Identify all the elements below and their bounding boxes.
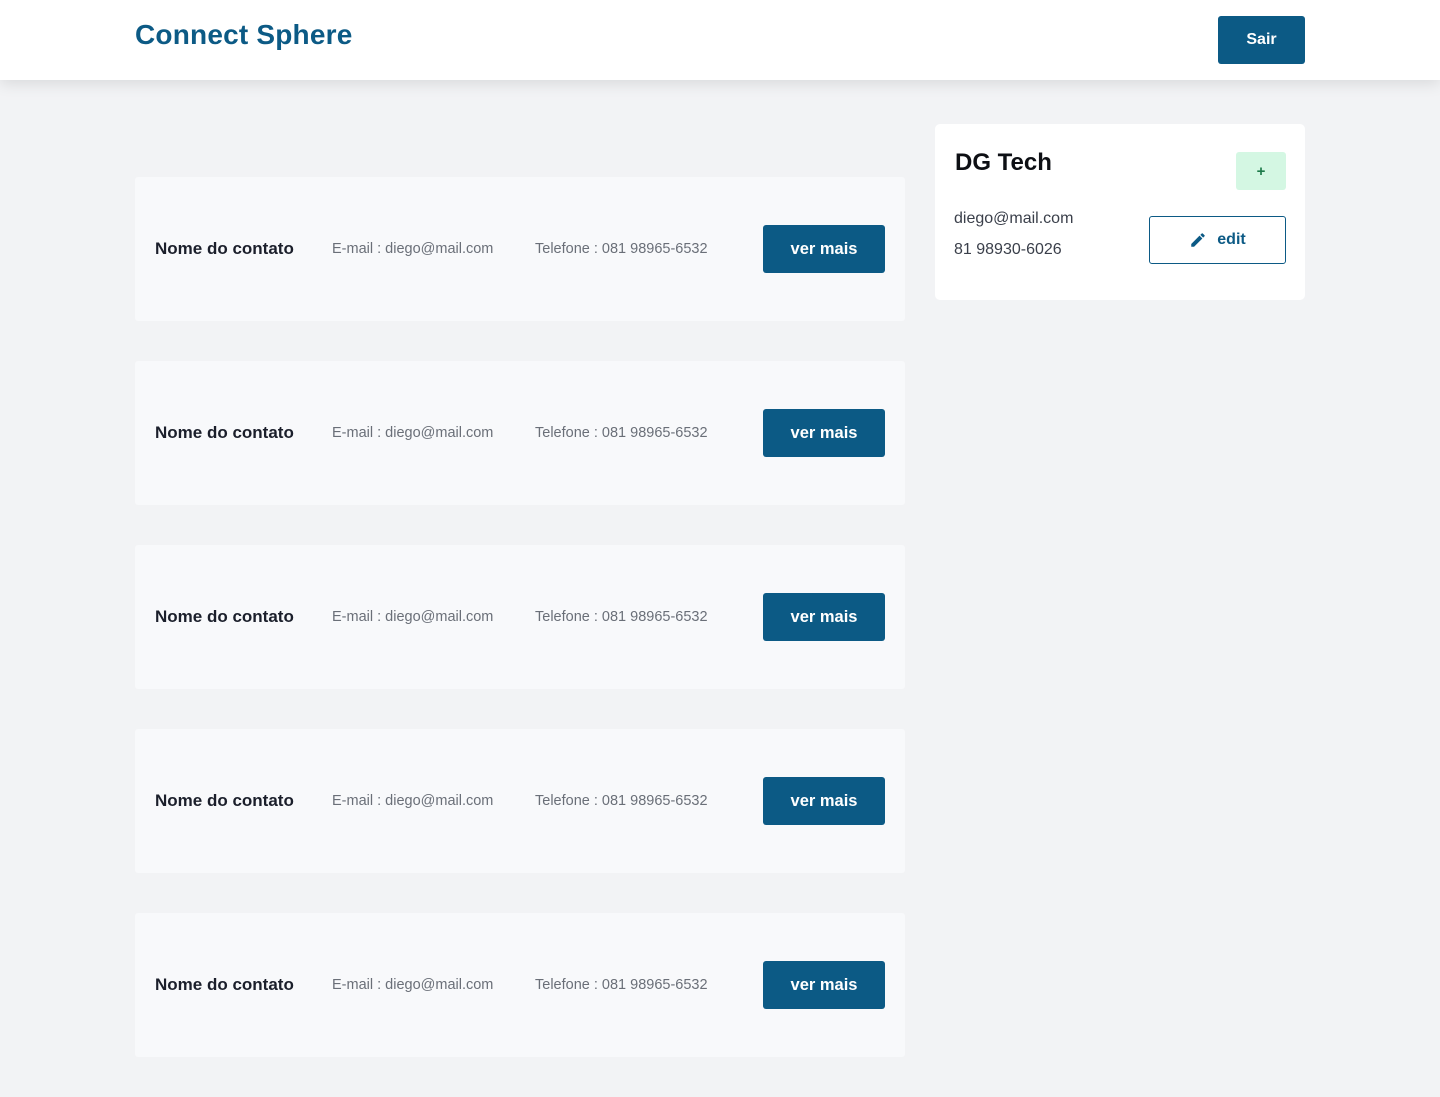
contact-card: Nome do contato E-mail : diego@mail.com … xyxy=(135,361,905,505)
contact-name: Nome do contato xyxy=(155,975,294,994)
view-more-button[interactable]: ver mais xyxy=(763,225,885,273)
company-phone: 81 98930-6026 xyxy=(954,241,1062,258)
contact-email: E-mail : diego@mail.com xyxy=(332,241,494,257)
contact-email: E-mail : diego@mail.com xyxy=(332,977,494,993)
view-more-button[interactable]: ver mais xyxy=(763,961,885,1009)
contact-phone: Telefone : 081 98965-6532 xyxy=(535,241,708,257)
contact-name: Nome do contato xyxy=(155,239,294,258)
top-header: Connect Sphere Sair xyxy=(0,0,1440,80)
contact-list: Nome do contato E-mail : diego@mail.com … xyxy=(135,177,905,1097)
app-logo: Connect Sphere xyxy=(135,19,353,50)
view-more-button[interactable]: ver mais xyxy=(763,777,885,825)
edit-button-label: edit xyxy=(1217,231,1246,248)
company-email: diego@mail.com xyxy=(954,210,1074,227)
add-contact-button[interactable]: + xyxy=(1236,152,1286,190)
view-more-button[interactable]: ver mais xyxy=(763,593,885,641)
contact-name: Nome do contato xyxy=(155,791,294,810)
contact-card: Nome do contato E-mail : diego@mail.com … xyxy=(135,729,905,873)
contact-email: E-mail : diego@mail.com xyxy=(332,425,494,441)
logout-button[interactable]: Sair xyxy=(1218,16,1305,64)
contact-card: Nome do contato E-mail : diego@mail.com … xyxy=(135,913,905,1057)
contact-email: E-mail : diego@mail.com xyxy=(332,609,494,625)
contact-card: Nome do contato E-mail : diego@mail.com … xyxy=(135,545,905,689)
contact-name: Nome do contato xyxy=(155,607,294,626)
contact-email: E-mail : diego@mail.com xyxy=(332,793,494,809)
edit-button[interactable]: edit xyxy=(1149,216,1286,264)
contact-phone: Telefone : 081 98965-6532 xyxy=(535,793,708,809)
pencil-icon xyxy=(1189,231,1207,249)
contact-phone: Telefone : 081 98965-6532 xyxy=(535,977,708,993)
company-name: DG Tech xyxy=(955,149,1052,176)
company-card: DG Tech + diego@mail.com 81 98930-6026 e… xyxy=(935,124,1305,300)
contact-name: Nome do contato xyxy=(155,423,294,442)
contact-card: Nome do contato E-mail : diego@mail.com … xyxy=(135,177,905,321)
contact-phone: Telefone : 081 98965-6532 xyxy=(535,609,708,625)
view-more-button[interactable]: ver mais xyxy=(763,409,885,457)
contact-phone: Telefone : 081 98965-6532 xyxy=(535,425,708,441)
